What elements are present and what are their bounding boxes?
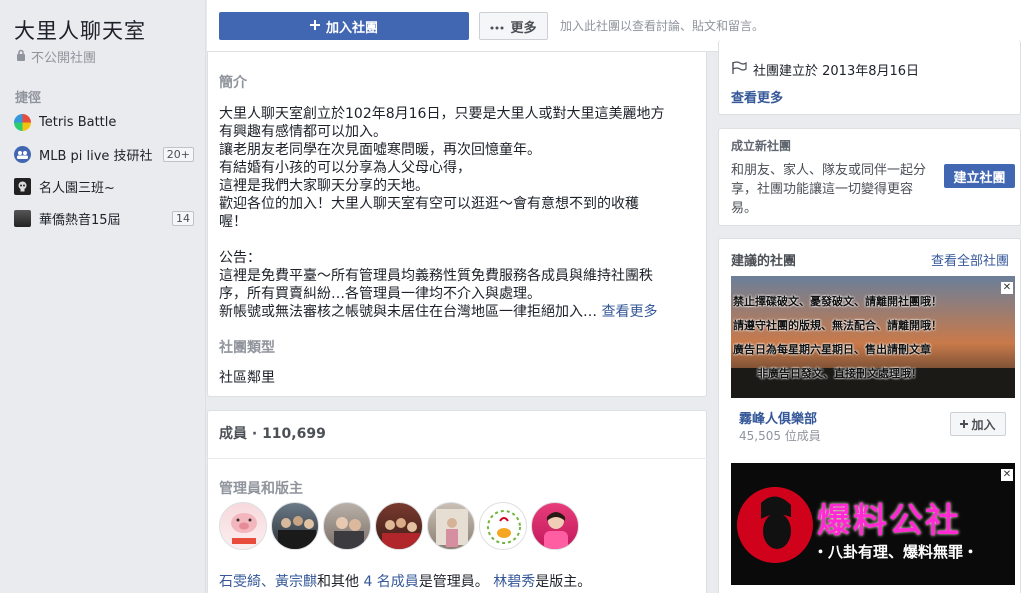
see-more-info-link[interactable]: 查看更多	[731, 87, 783, 106]
close-icon[interactable]: ✕	[1001, 282, 1013, 294]
shortcut-item-music[interactable]: 華僑熱音15屆 14	[14, 207, 194, 229]
suggested-group-name[interactable]: 霧峰人俱樂部	[739, 408, 817, 427]
group-title[interactable]: 大里人聊天室	[14, 15, 146, 45]
shortcut-item-class[interactable]: 名人園三班~	[14, 175, 194, 197]
ellipsis-icon	[490, 19, 504, 34]
cover-banner-title: 爆料公社	[817, 501, 961, 541]
banner-line: 請遵守社團的版規、無法配合、請離開哦！	[733, 319, 942, 332]
admin-avatar-family[interactable]	[375, 502, 423, 550]
admin-avatar-logo[interactable]	[479, 502, 527, 550]
cover-banner-text: 禁止擇碟破文、憂發破文、請離開社團哦！ 請遵守社團的版規、無法配合、請離開哦！ …	[733, 290, 1013, 386]
group-photo-icon	[14, 209, 31, 227]
suggested-groups-title: 建議的社團	[731, 254, 797, 269]
shortcut-label: 華僑熱音15屆	[39, 212, 121, 228]
join-group-button[interactable]: 加入社團	[219, 12, 469, 40]
about-line: 公告：	[219, 250, 261, 266]
close-icon[interactable]: ✕	[1001, 469, 1013, 481]
about-line: 歡迎各位的加入！大里人聊天室有空可以逛逛～會有意想不到的收穫	[219, 196, 639, 212]
suggested-group-members: 45,505 位成員	[739, 429, 821, 443]
notification-badge: 20+	[162, 146, 194, 162]
create-group-button[interactable]: 建立社團	[944, 164, 1015, 188]
more-label: 更多	[510, 20, 537, 36]
privacy-text: 不公開社團	[31, 51, 97, 66]
skull-icon	[14, 177, 31, 195]
admin-avatar-moderator[interactable]	[531, 502, 579, 550]
see-more-link[interactable]: 查看更多	[601, 304, 657, 320]
more-button[interactable]: 更多	[479, 12, 548, 40]
about-line: 讓老朋友老同學在次見面噓寒問暖，再次回憶童年。	[219, 142, 541, 158]
about-line	[219, 231, 697, 249]
admins-text: 和其他	[317, 574, 359, 590]
admins-title: 管理員和版主	[219, 481, 303, 497]
admin-avatar-pig[interactable]	[219, 502, 267, 550]
about-title: 簡介	[219, 75, 247, 91]
see-all-groups-link[interactable]: 查看全部社團	[931, 250, 1009, 269]
admin-names-link[interactable]: 石雯綺、黃宗麒	[219, 574, 317, 590]
about-line: 喔！	[219, 214, 247, 230]
about-last-line: 新帳號或無法審核之帳號與未居住在台灣地區一律拒絕加入… 查看更多	[219, 303, 697, 321]
banner-line: 非廣告日發文、直接刪文處理哦！	[757, 367, 922, 380]
shortcut-item-tetris[interactable]: Tetris Battle	[14, 111, 194, 133]
admin-avatar-couple[interactable]	[323, 502, 371, 550]
join-suggested-group-button[interactable]: 加入	[950, 412, 1006, 436]
create-group-description: 和朋友、家人、隊友或同伴一起分享，社團功能讓這一切變得更容易。	[731, 163, 927, 216]
shortcuts-heading: 捷徑	[15, 91, 42, 106]
about-line: 有興趣有感情都可以加入。	[219, 124, 387, 140]
admins-summary: 石雯綺、黃宗麒和其他 4 名成員是管理員。 林碧秀是版主。	[219, 571, 591, 591]
divider	[207, 458, 707, 459]
about-line: 這裡是免費平臺～所有管理員均義務性質免費服務各成員與維持社團秩	[219, 268, 653, 284]
admin-avatar-group[interactable]	[271, 502, 319, 550]
plus-icon	[960, 417, 969, 431]
created-date: 社團建立於 2013年8月16日	[731, 60, 919, 79]
shortcut-label: MLB pi live 技研社	[39, 148, 153, 164]
members-count-title[interactable]: 成員 · 110,699	[219, 423, 326, 443]
moderator-name-link[interactable]: 林碧秀	[493, 574, 535, 590]
about-line: 序，所有買賣糾紛…各管理員一律均不介入與處理。	[219, 286, 541, 302]
cover-banner-subtitle: ・八卦有理、爆料無罪・	[813, 543, 979, 561]
about-description: 大里人聊天室創立於102年8月16日，只要是大里人或對大里這美麗地方 有興趣有感…	[219, 105, 697, 321]
join-hint: 加入此社團以查看討論、貼文和留言。	[560, 19, 765, 33]
tetris-icon	[14, 113, 31, 131]
other-admins-link[interactable]: 4 名成員	[363, 574, 418, 590]
notification-badge: 14	[172, 210, 194, 226]
lock-icon	[16, 49, 26, 65]
shortcut-item-mlb[interactable]: MLB pi live 技研社 20+	[14, 143, 194, 165]
join-label: 加入	[971, 417, 996, 432]
privacy-label: 不公開社團	[16, 47, 96, 66]
group-icon	[14, 145, 31, 163]
created-text: 社團建立於 2013年8月16日	[753, 64, 920, 79]
join-label: 加入社團	[325, 20, 378, 36]
banner-line: 廣告日為每星期六星期日、售出請刪文章	[733, 343, 931, 356]
group-type-value: 社區鄰里	[219, 370, 275, 386]
about-line: 有結婚有小孩的可以分享為人父母心得，	[219, 160, 471, 176]
admin-avatar-person[interactable]	[427, 502, 475, 550]
banner-line: 禁止擇碟破文、憂發破文、請離開社團哦！	[733, 295, 942, 308]
shortcut-label: 名人園三班~	[39, 180, 115, 196]
create-group-title: 成立新社團	[731, 139, 792, 153]
shortcut-label: Tetris Battle	[39, 114, 117, 130]
suggested-group-cover[interactable]: 禁止擇碟破文、憂發破文、請離開社團哦！ 請遵守社團的版規、無法配合、請離開哦！ …	[731, 276, 1015, 398]
suggested-group-cover[interactable]: 爆料公社 ・八卦有理、爆料無罪・ ✕	[731, 463, 1015, 585]
moderator-text: 是版主。	[535, 574, 592, 590]
flag-icon	[731, 60, 747, 79]
group-type-title: 社團類型	[219, 340, 275, 356]
about-line: 新帳號或無法審核之帳號與未居住在台灣地區一律拒絕加入…	[219, 304, 602, 320]
about-line: 大里人聊天室創立於102年8月16日，只要是大里人或對大里這美麗地方	[219, 106, 665, 122]
admins-text: 是管理員。	[418, 574, 489, 590]
plus-icon	[309, 19, 320, 34]
about-line: 這裡是我們大家聊天分享的天地。	[219, 178, 429, 194]
